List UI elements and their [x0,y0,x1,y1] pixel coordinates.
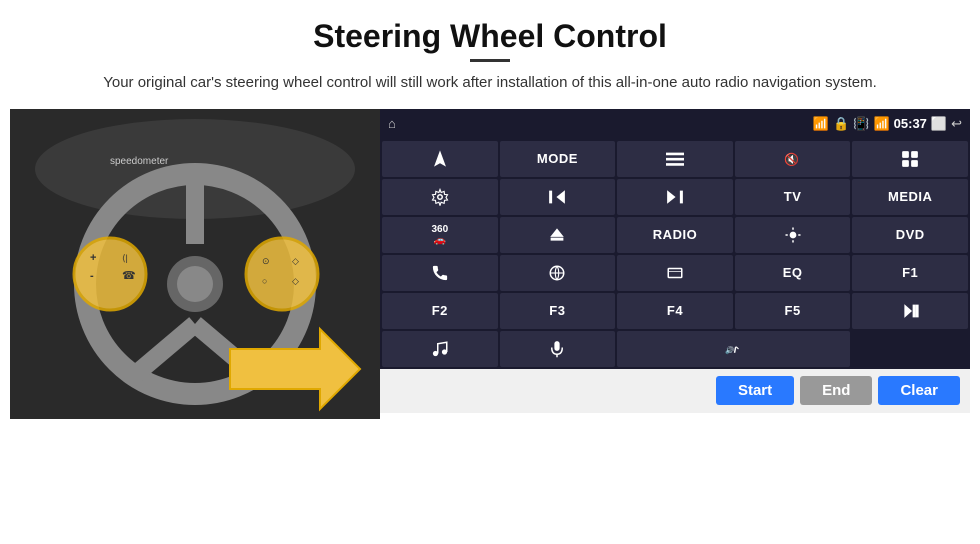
btn-apps[interactable] [852,141,968,177]
btn-eq[interactable]: EQ [735,255,851,291]
svg-text:☎: ☎ [122,270,136,282]
sim-icon: 📳 [853,116,869,132]
btn-f1[interactable]: F1 [852,255,968,291]
btn-radio[interactable]: RADIO [617,217,733,253]
svg-text:-: - [90,270,94,282]
btn-screen-ratio[interactable] [617,255,733,291]
start-button[interactable]: Start [716,376,794,405]
btn-f3[interactable]: F3 [500,293,616,329]
page-title: Steering Wheel Control [0,0,980,59]
title-divider [470,59,510,62]
svg-text:◇: ◇ [292,256,299,266]
home-icon: ⌂ [388,116,396,131]
btn-browser[interactable] [500,255,616,291]
btn-360cam[interactable]: 360🚗 [382,217,498,253]
svg-text:+: + [90,252,96,264]
btn-navigate[interactable] [382,141,498,177]
btn-mute[interactable]: 🔇 [735,141,851,177]
bluetooth-icon: 📶 [873,116,889,132]
status-time: 05:37 [894,116,927,131]
svg-text:🔊/: 🔊/ [725,345,736,354]
end-button[interactable]: End [800,376,872,405]
bottom-bar: Start End Clear [380,369,970,413]
svg-text:speedometer: speedometer [110,156,169,167]
page-subtitle: Your original car's steering wheel contr… [0,72,980,109]
btn-f5[interactable]: F5 [735,293,851,329]
btn-media[interactable]: MEDIA [852,179,968,215]
svg-text:○: ○ [262,276,267,286]
btn-brightness[interactable] [735,217,851,253]
btn-f2[interactable]: F2 [382,293,498,329]
btn-tv[interactable]: TV [735,179,851,215]
main-content: speedometer + ⟨| - ☎ ⊙ ◇ ○ ◇ [0,109,980,419]
btn-next[interactable] [617,179,733,215]
screen-icon: ⬜ [931,116,947,132]
btn-mode[interactable]: MODE [500,141,616,177]
control-panel: ⌂ 📶 🔒 📳 📶 05:37 ⬜ ↩ [380,109,970,369]
btn-mic[interactable] [500,331,616,367]
btn-playpause[interactable] [852,293,968,329]
svg-text:🔇: 🔇 [784,152,799,166]
btn-f4[interactable]: F4 [617,293,733,329]
wifi-icon: 📶 [813,116,829,132]
btn-eject[interactable] [500,217,616,253]
clear-button[interactable]: Clear [878,376,960,405]
lock-icon: 🔒 [833,116,849,132]
btn-music[interactable] [382,331,498,367]
status-bar: ⌂ 📶 🔒 📳 📶 05:37 ⬜ ↩ [380,109,970,139]
btn-settings[interactable] [382,179,498,215]
button-grid: MODE 🔇 [380,139,970,369]
control-panel-wrapper: ⌂ 📶 🔒 📳 📶 05:37 ⬜ ↩ [380,109,970,413]
status-left: ⌂ [388,116,396,131]
steering-wheel-image: speedometer + ⟨| - ☎ ⊙ ◇ ○ ◇ [10,109,380,419]
svg-text:⊙: ⊙ [262,256,270,266]
btn-vol-call[interactable]: 🔊/ [617,331,850,367]
btn-phone[interactable] [382,255,498,291]
btn-dvd[interactable]: DVD [852,217,968,253]
btn-menu[interactable] [617,141,733,177]
svg-text:◇: ◇ [292,276,299,286]
back-icon: ↩ [951,116,962,132]
svg-text:⟨|: ⟨| [122,253,128,263]
status-right: 📶 🔒 📳 📶 05:37 ⬜ ↩ [813,116,962,132]
btn-prev[interactable] [500,179,616,215]
